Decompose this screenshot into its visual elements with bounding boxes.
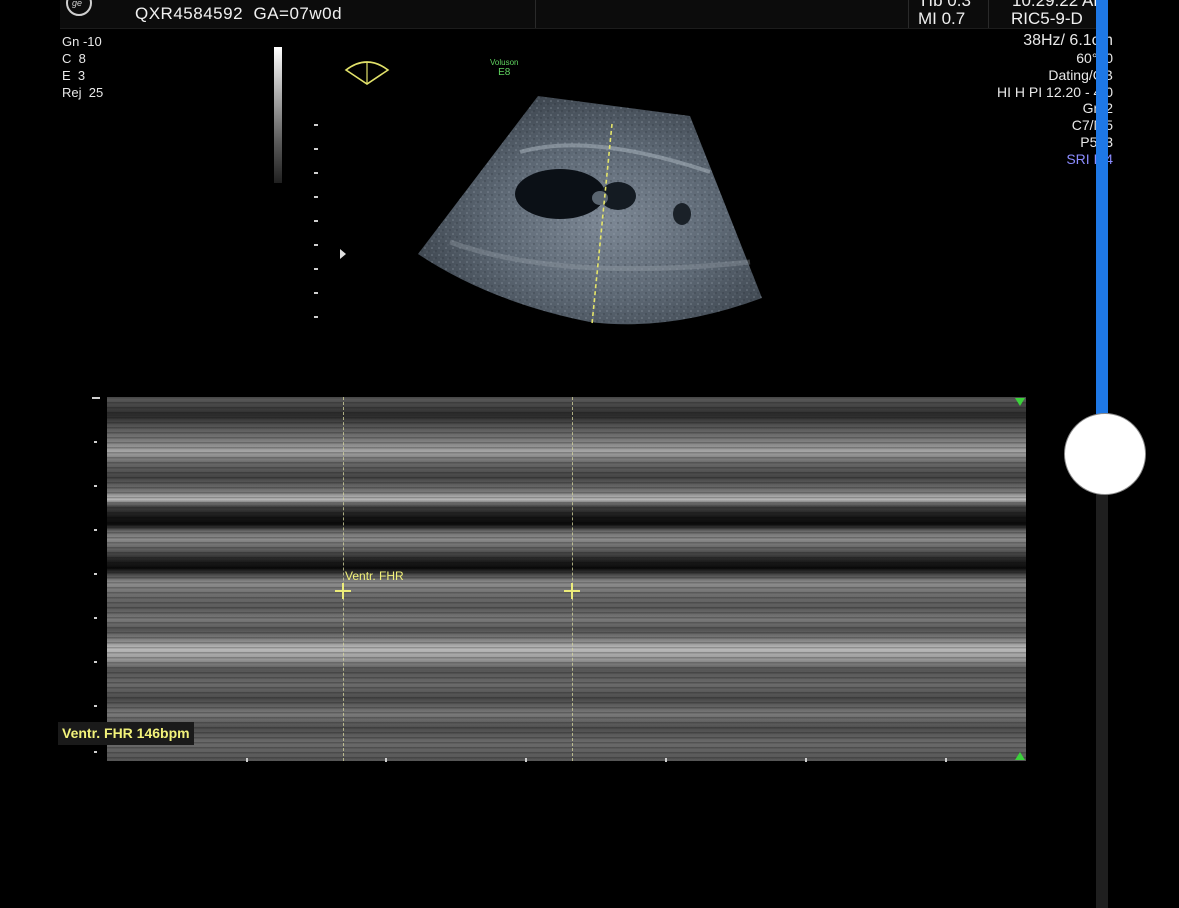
trace-top-marker-icon — [1015, 398, 1025, 406]
focus-marker-icon — [340, 249, 346, 259]
vertical-slider-fill — [1096, 0, 1108, 454]
time-tick — [385, 758, 387, 762]
param-e: E 3 — [62, 68, 86, 83]
m-mode-tick — [94, 441, 97, 443]
sector-probe-icon — [344, 61, 390, 85]
vertical-slider-knob[interactable] — [1064, 413, 1146, 495]
depth-tick — [314, 172, 318, 174]
caliper-cross-icon[interactable] — [564, 583, 580, 599]
trace-bottom-marker-icon — [1015, 752, 1025, 760]
m-mode-tick — [94, 529, 97, 531]
m-mode-tick — [94, 751, 97, 753]
m-mode-time-scale — [107, 758, 1026, 762]
m-mode-depth-scale — [92, 397, 102, 761]
m-mode-trace[interactable] — [107, 397, 1026, 761]
depth-tick — [314, 268, 318, 270]
b-mode-image[interactable] — [410, 92, 775, 332]
divider — [908, 0, 909, 28]
time-tick — [805, 758, 807, 762]
time-tick — [525, 758, 527, 762]
divider — [988, 0, 989, 28]
m-mode-tick — [94, 661, 97, 663]
brand-model: E8 — [498, 67, 511, 78]
depth-tick — [314, 220, 318, 222]
param-c: C 8 — [62, 51, 86, 66]
gestational-sac — [515, 169, 605, 219]
m-mode-tick — [94, 617, 97, 619]
imaging-parameters-left: Gn -10 C 8 E 3 Rej 25 — [62, 33, 103, 101]
m-mode-tick — [92, 397, 100, 399]
fhr-result: Ventr. FHR 146bpm — [58, 722, 194, 745]
depth-tick — [314, 292, 318, 294]
patient-id: QXR4584592 — [135, 4, 244, 23]
depth-tick — [314, 316, 318, 318]
param-gain: Gn -10 — [62, 34, 102, 49]
caliper-cross-icon[interactable] — [335, 583, 351, 599]
mi-value: MI 0.7 — [918, 9, 966, 28]
time-tick — [246, 758, 248, 762]
m-mode-tick — [94, 705, 97, 707]
patient-info: QXR4584592 GA=07w0d — [135, 4, 342, 24]
caliper-line-end[interactable] — [572, 397, 573, 761]
depth-tick — [314, 196, 318, 198]
probe-name: RIC5-9-D — [1011, 9, 1083, 28]
caliper-label: Ventr. FHR — [345, 569, 404, 583]
grayscale-bar — [274, 47, 282, 183]
depth-tick — [314, 244, 318, 246]
brand-mark: Voluson E8 — [490, 58, 518, 78]
embryo — [592, 191, 608, 205]
time-tick — [665, 758, 667, 762]
depth-tick — [314, 124, 318, 126]
caliper-line-start[interactable] — [343, 397, 344, 761]
m-mode-tick — [94, 485, 97, 487]
param-rej: Rej 25 — [62, 85, 104, 100]
time-tick — [945, 758, 947, 762]
depth-tick — [314, 148, 318, 150]
divider — [535, 0, 536, 28]
gestational-age: GA=07w0d — [253, 4, 343, 23]
dark-region — [673, 203, 691, 225]
m-mode-tick — [94, 573, 97, 575]
